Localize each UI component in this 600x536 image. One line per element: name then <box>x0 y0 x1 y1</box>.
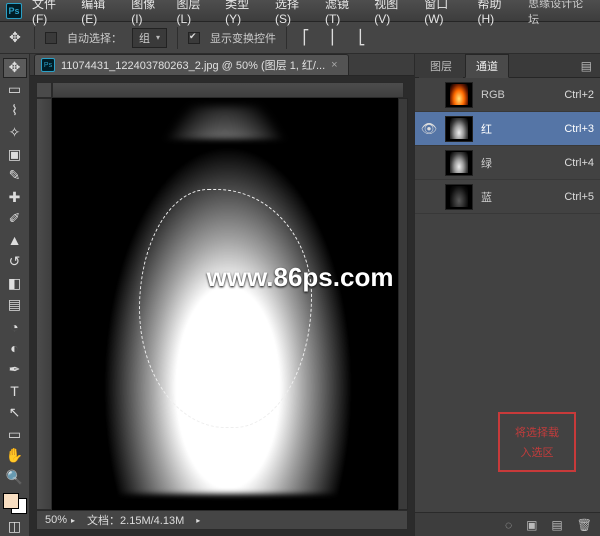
dodge-tool[interactable]: ◐ <box>3 338 27 358</box>
eraser-tool[interactable]: ◧ <box>3 274 27 294</box>
annotation-line2: 入选区 <box>521 444 554 460</box>
zoom-level[interactable]: 50% <box>45 514 67 526</box>
channel-row-blue[interactable]: 蓝 Ctrl+5 <box>415 180 600 214</box>
auto-select-checkbox[interactable] <box>45 32 57 44</box>
path-select-tool[interactable]: ↖ <box>3 403 27 423</box>
new-channel-icon[interactable]: ▤ <box>551 518 562 532</box>
blur-tool[interactable]: ◔ <box>3 317 27 337</box>
delete-channel-icon[interactable]: 🗑 <box>577 518 592 532</box>
tools-panel: ✥ ▭ ⌇ ✧ ▣ ✎ ✚ ✐ ▲ ↺ ◧ ▤ ◔ ◐ ✒ T ↖ ▭ ✋ 🔍 … <box>0 54 30 536</box>
channel-row-red[interactable]: 👁 红 Ctrl+3 <box>415 112 600 146</box>
menu-help[interactable]: 帮助(H) <box>477 0 518 26</box>
brush-tool[interactable]: ✐ <box>3 209 27 229</box>
menu-window[interactable]: 窗口(W) <box>424 0 467 26</box>
crop-tool[interactable]: ▣ <box>3 144 27 164</box>
channel-name: 蓝 <box>481 189 556 205</box>
channel-row-green[interactable]: 绿 Ctrl+4 <box>415 146 600 180</box>
stamp-tool[interactable]: ▲ <box>3 231 27 251</box>
selection-marquee <box>139 189 312 428</box>
channel-shortcut: Ctrl+4 <box>564 157 594 169</box>
menu-view[interactable]: 视图(V) <box>374 0 414 26</box>
image-content <box>52 98 398 510</box>
align-icon-1[interactable]: ⎡ <box>297 29 315 47</box>
heal-tool[interactable]: ✚ <box>3 187 27 207</box>
align-icon-2[interactable]: ⎢ <box>325 29 343 47</box>
marquee-tool[interactable]: ▭ <box>3 80 27 100</box>
titlebar-brand: 思缘设计论坛 <box>528 0 594 27</box>
gradient-tool[interactable]: ▤ <box>3 295 27 315</box>
status-bar: 50% ▸ 文档：2.15M/4.13M ▸ <box>36 510 408 530</box>
status-chevron-icon[interactable]: ▸ <box>196 516 200 525</box>
channel-shortcut: Ctrl+3 <box>564 123 594 135</box>
fg-color-swatch[interactable] <box>3 493 19 509</box>
channel-row-rgb[interactable]: RGB Ctrl+2 <box>415 78 600 112</box>
chevron-down-icon: ▾ <box>156 33 160 42</box>
ruler-corner <box>36 82 52 98</box>
close-tab-icon[interactable]: × <box>331 59 337 71</box>
quickmask-toggle[interactable]: ◫ <box>3 516 27 536</box>
doc-info-label: 文档： <box>87 515 120 527</box>
channel-thumb <box>445 116 473 142</box>
auto-select-label: 自动选择： <box>67 30 122 46</box>
document-title: 11074431_122403780263_2.jpg @ 50% (图层 1,… <box>61 57 325 73</box>
auto-select-combo[interactable]: 组 ▾ <box>132 28 167 48</box>
scrollbar-vertical[interactable] <box>398 98 408 510</box>
channel-name: 绿 <box>481 155 556 171</box>
channels-list: RGB Ctrl+2 👁 红 Ctrl+3 绿 Ctrl+4 蓝 Ctrl+5 <box>415 78 600 214</box>
visibility-toggle[interactable]: 👁 <box>421 121 437 137</box>
channel-name: RGB <box>481 89 556 101</box>
menu-edit[interactable]: 编辑(E) <box>81 0 121 26</box>
menu-layer[interactable]: 图层(L) <box>176 0 215 26</box>
history-brush-tool[interactable]: ↺ <box>3 252 27 272</box>
ruler-vertical[interactable] <box>36 98 52 510</box>
canvas[interactable] <box>52 98 398 510</box>
tab-layers[interactable]: 图层 <box>419 54 463 78</box>
visibility-toggle[interactable] <box>421 155 437 171</box>
show-transform-checkbox[interactable] <box>188 32 200 44</box>
channel-name: 红 <box>481 121 556 137</box>
menu-filter[interactable]: 滤镜(T) <box>325 0 364 26</box>
visibility-toggle[interactable] <box>421 189 437 205</box>
show-transform-label: 显示变换控件 <box>210 30 276 46</box>
channel-shortcut: Ctrl+2 <box>564 89 594 101</box>
align-icon-3[interactable]: ⎣ <box>353 29 371 47</box>
chevron-icon[interactable]: ▸ <box>71 516 75 525</box>
menu-select[interactable]: 选择(S) <box>275 0 315 26</box>
color-swatches[interactable] <box>3 493 27 514</box>
channel-thumb <box>445 150 473 176</box>
ruler-horizontal[interactable] <box>52 82 404 98</box>
load-selection-icon[interactable]: ◌ <box>505 518 512 532</box>
channel-thumb <box>445 184 473 210</box>
annotation-box: 将选择载 入选区 <box>498 412 576 472</box>
lasso-tool[interactable]: ⌇ <box>3 101 27 121</box>
doc-icon: Ps <box>41 58 55 72</box>
app-logo: Ps <box>6 3 22 19</box>
hand-tool[interactable]: ✋ <box>3 446 27 466</box>
zoom-tool[interactable]: 🔍 <box>3 468 27 488</box>
doc-info-value: 2.15M/4.13M <box>120 515 184 527</box>
panel-menu-icon[interactable]: ▤ <box>577 59 596 73</box>
channel-shortcut: Ctrl+5 <box>564 191 594 203</box>
eyedropper-tool[interactable]: ✎ <box>3 166 27 186</box>
annotation-line1: 将选择载 <box>515 424 559 440</box>
menu-file[interactable]: 文件(F) <box>32 0 71 26</box>
save-selection-icon[interactable]: ▣ <box>526 518 537 532</box>
document-tab[interactable]: Ps 11074431_122403780263_2.jpg @ 50% (图层… <box>34 54 349 75</box>
move-tool-icon: ✥ <box>6 29 24 47</box>
tab-channels[interactable]: 通道 <box>465 54 509 78</box>
menu-type[interactable]: 类型(Y) <box>225 0 265 26</box>
auto-select-value: 组 <box>139 30 150 46</box>
menu-image[interactable]: 图像(I) <box>131 0 166 26</box>
channel-thumb <box>445 82 473 108</box>
move-tool[interactable]: ✥ <box>3 58 27 78</box>
visibility-toggle[interactable] <box>421 87 437 103</box>
wand-tool[interactable]: ✧ <box>3 123 27 143</box>
type-tool[interactable]: T <box>3 381 27 401</box>
shape-tool[interactable]: ▭ <box>3 425 27 445</box>
pen-tool[interactable]: ✒ <box>3 360 27 380</box>
